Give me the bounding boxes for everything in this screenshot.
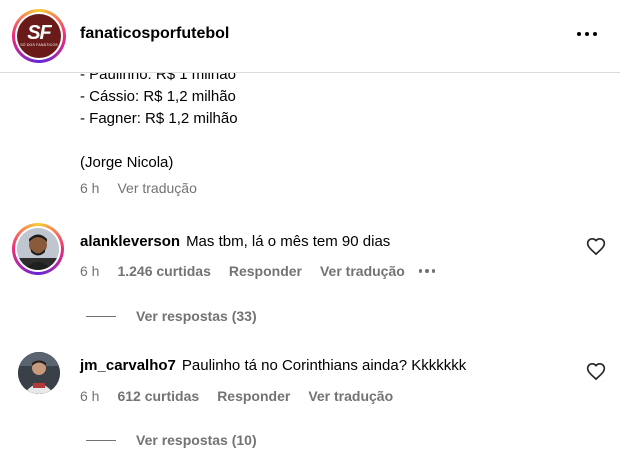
comment-username[interactable]: jm_carvalho7 <box>80 357 176 374</box>
caption-meta: 6 h Ver tradução <box>80 180 197 196</box>
caption-line: - Cássio: R$ 1,2 milhão <box>80 88 236 105</box>
comment-time: 6 h <box>80 388 100 404</box>
view-replies-button[interactable]: Ver respostas (33) <box>86 308 257 324</box>
comment-meta: 6 h 612 curtidas Responder Ver tradução <box>80 388 393 404</box>
logo-subtext: SÓ DOS FANÁTICOS <box>20 43 58 47</box>
comment-text: Paulinho tá no Corinthians ainda? Kkkkkk… <box>181 357 467 374</box>
comment-avatar[interactable] <box>18 352 60 394</box>
caption-see-translation[interactable]: Ver tradução <box>117 180 196 196</box>
caption-time: 6 h <box>80 180 100 196</box>
comment-username[interactable]: alankleverson <box>80 233 180 250</box>
see-translation-button[interactable]: Ver tradução <box>308 388 393 404</box>
profile-photo-icon <box>18 352 60 394</box>
like-heart-icon[interactable] <box>586 237 606 257</box>
reply-button[interactable]: Responder <box>229 263 302 279</box>
replies-divider-line <box>86 439 116 441</box>
comment-time: 6 h <box>80 263 100 279</box>
comment-likes[interactable]: 612 curtidas <box>117 388 199 404</box>
like-heart-icon[interactable] <box>586 362 606 382</box>
post-header: SF SÓ DOS FANÁTICOS fanaticosporfutebol <box>0 0 620 73</box>
profile-photo-icon <box>17 228 59 270</box>
post-caption: - Paulinho: R$ 1 milhão - Cássio: R$ 1,2… <box>80 64 238 174</box>
author-username[interactable]: fanaticosporfutebol <box>80 25 229 43</box>
comment-text: Mas tbm, lá o mês tem 90 dias <box>186 233 391 250</box>
author-avatar[interactable]: SF SÓ DOS FANÁTICOS <box>12 9 66 63</box>
reply-button[interactable]: Responder <box>217 388 290 404</box>
caption-credit: (Jorge Nicola) <box>80 154 174 171</box>
view-replies-label: Ver respostas (33) <box>136 308 257 324</box>
comment-avatar[interactable] <box>12 223 64 275</box>
logo-text: SF <box>27 22 52 44</box>
more-options-icon[interactable] <box>572 22 602 46</box>
comment-body: alankleverson Mas tbm, lá o mês tem 90 di… <box>80 233 390 250</box>
caption-line: - Fagner: R$ 1,2 milhão <box>80 110 238 127</box>
comment-meta: 6 h 1.246 curtidas Responder Ver traduçã… <box>80 263 436 279</box>
comment-likes[interactable]: 1.246 curtidas <box>117 263 210 279</box>
author-logo: SF SÓ DOS FANÁTICOS <box>17 14 61 58</box>
replies-divider-line <box>86 315 116 317</box>
comment-options-icon[interactable] <box>418 269 436 273</box>
see-translation-button[interactable]: Ver tradução <box>320 263 405 279</box>
view-replies-button[interactable]: Ver respostas (10) <box>86 432 257 448</box>
comment-body: jm_carvalho7 Paulinho tá no Corinthians a… <box>80 357 466 374</box>
view-replies-label: Ver respostas (10) <box>136 432 257 448</box>
